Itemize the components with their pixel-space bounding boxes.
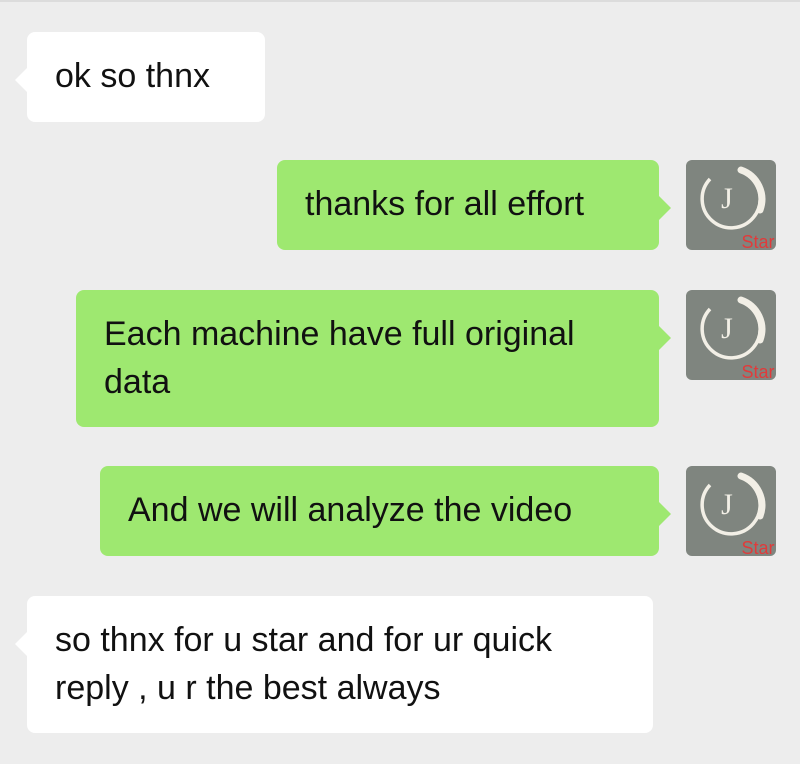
avatar-caption: Star [741, 538, 774, 556]
avatar-letter: J [721, 488, 733, 521]
outgoing-message[interactable]: And we will analyze the video [100, 466, 671, 556]
incoming-message[interactable]: so thnx for u star and for ur quick repl… [15, 596, 653, 733]
incoming-message[interactable]: ok so thnx [15, 32, 265, 122]
message-text: Each machine have full original data [104, 315, 575, 401]
message-text: And we will analyze the video [128, 491, 573, 529]
top-divider [0, 0, 800, 2]
avatar[interactable]: J Star [686, 290, 776, 380]
avatar-letter: J [721, 312, 733, 345]
avatar-caption: Star [741, 362, 774, 380]
outgoing-message[interactable]: Each machine have full original data [76, 290, 671, 427]
avatar[interactable]: J Star [686, 466, 776, 556]
outgoing-message[interactable]: thanks for all effort [277, 160, 671, 250]
message-text: thanks for all effort [305, 185, 585, 223]
message-text: ok so thnx [55, 57, 210, 95]
message-text: so thnx for u star and for ur quick repl… [55, 621, 553, 707]
avatar[interactable]: J Star [686, 160, 776, 250]
avatar-caption: Star [741, 232, 774, 250]
avatar-letter: J [721, 182, 733, 215]
